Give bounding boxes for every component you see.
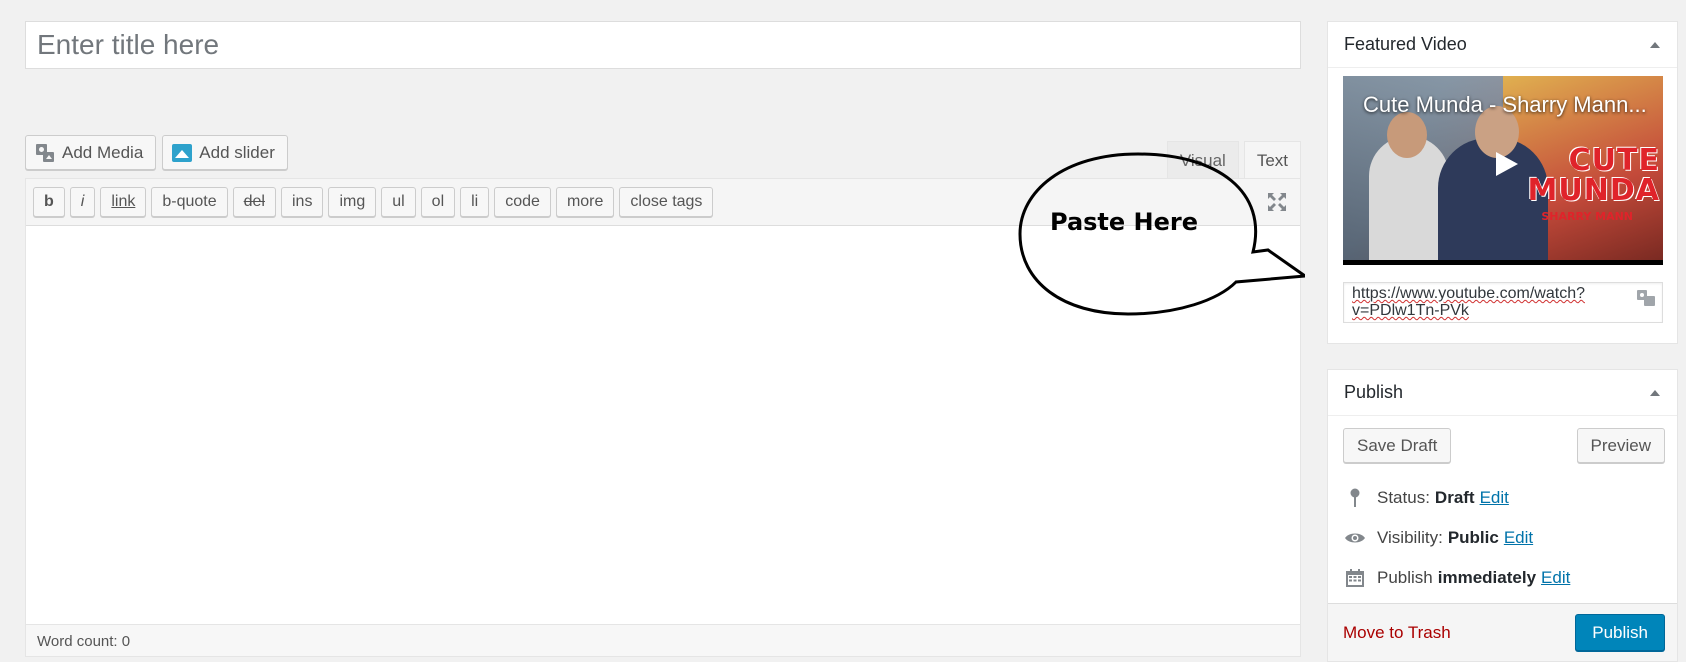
status-value: Draft xyxy=(1434,488,1475,507)
post-title-input[interactable] xyxy=(26,22,1300,68)
quicktag-ul-button[interactable]: ul xyxy=(381,187,416,217)
schedule-label: Publish xyxy=(1377,568,1433,587)
quicktag-del-button[interactable]: del xyxy=(232,187,276,217)
quicktag-link-button[interactable]: link xyxy=(100,187,147,217)
caret-up-icon[interactable] xyxy=(1648,40,1662,50)
media-camera-icon xyxy=(36,143,54,162)
quicktag-ol-button[interactable]: ol xyxy=(420,187,456,217)
publish-minor-actions: Save Draft Preview xyxy=(1343,428,1665,463)
quicktag-bold-button[interactable]: b xyxy=(33,187,65,217)
quicktag-close-tags-button[interactable]: close tags xyxy=(619,187,714,217)
visibility-value: Public xyxy=(1447,528,1499,547)
publish-box: Publish Save Draft Preview Status: Draft… xyxy=(1327,369,1678,662)
pin-icon xyxy=(1343,487,1367,509)
title-field-wrapper xyxy=(25,21,1301,69)
word-count: Word count: 0 xyxy=(26,624,1300,656)
video-title: Cute Munda - Sharry Mann... xyxy=(1363,92,1647,117)
quicktag-li-button[interactable]: li xyxy=(460,187,490,217)
slider-image-icon xyxy=(172,143,193,162)
quicktag-ins-button[interactable]: ins xyxy=(280,187,324,217)
video-thumbnail[interactable]: CUTE MUNDA SHARRY MANN Cute Munda - Shar… xyxy=(1343,76,1663,265)
quicktag-more-button[interactable]: more xyxy=(555,187,615,217)
thumb-brand-line1: CUTE xyxy=(1568,143,1660,178)
visibility-row: Visibility: Public Edit xyxy=(1343,518,1665,558)
featured-video-header[interactable]: Featured Video xyxy=(1328,22,1677,68)
quicktag-code-button[interactable]: code xyxy=(494,187,551,217)
publish-misc: Status: Draft Edit Visibility: Public Ed… xyxy=(1343,478,1665,598)
schedule-value: immediately xyxy=(1437,568,1537,587)
thumb-brand-line2: MUNDA xyxy=(1527,173,1660,208)
quicktag-blockquote-button[interactable]: b-quote xyxy=(151,187,228,217)
status-label: Status: xyxy=(1377,488,1430,507)
video-url-input[interactable]: https://www.youtube.com/watch?v=PDlw1Tn-… xyxy=(1343,282,1663,323)
publish-major-actions: Move to Trash Publish xyxy=(1328,603,1677,661)
thumb-brand-sub: SHARRY MANN xyxy=(1541,210,1633,223)
caret-up-icon[interactable] xyxy=(1648,388,1662,398)
callout-text: Paste Here xyxy=(1050,208,1199,236)
schedule-edit-link[interactable]: Edit xyxy=(1541,568,1570,588)
media-buttons: Add Media Add slider xyxy=(25,135,288,170)
publish-title: Publish xyxy=(1344,382,1404,402)
calendar-icon xyxy=(1343,567,1367,589)
visibility-label: Visibility: xyxy=(1377,528,1443,547)
visibility-edit-link[interactable]: Edit xyxy=(1504,528,1533,548)
play-icon xyxy=(1496,152,1518,176)
thumb-head-left xyxy=(1387,112,1427,158)
quicktag-img-button[interactable]: img xyxy=(328,187,377,217)
media-camera-icon[interactable] xyxy=(1636,289,1656,307)
publish-button[interactable]: Publish xyxy=(1575,614,1665,651)
save-draft-button[interactable]: Save Draft xyxy=(1343,428,1452,463)
featured-video-box: Featured Video CUTE MUNDA SHARRY MANN Cu… xyxy=(1327,21,1678,344)
publish-header[interactable]: Publish xyxy=(1328,370,1677,416)
thumb-brand-title: CUTE MUNDA xyxy=(1528,146,1660,206)
add-slider-label: Add slider xyxy=(199,142,275,162)
status-row: Status: Draft Edit xyxy=(1343,478,1665,518)
quicktag-italic-button[interactable]: i xyxy=(69,187,96,217)
status-edit-link[interactable]: Edit xyxy=(1480,488,1509,508)
speech-bubble-callout xyxy=(1018,152,1305,316)
add-media-button[interactable]: Add Media xyxy=(25,135,157,170)
move-to-trash-link[interactable]: Move to Trash xyxy=(1343,623,1451,643)
featured-video-title: Featured Video xyxy=(1344,34,1467,54)
play-button[interactable] xyxy=(1483,146,1531,182)
eye-icon xyxy=(1343,527,1367,549)
preview-button[interactable]: Preview xyxy=(1576,428,1665,463)
video-url-value: https://www.youtube.com/watch?v=PDlw1Tn-… xyxy=(1352,285,1585,319)
add-slider-button[interactable]: Add slider xyxy=(162,135,288,170)
add-media-label: Add Media xyxy=(62,142,144,162)
schedule-row: Publish immediately Edit xyxy=(1343,558,1665,598)
